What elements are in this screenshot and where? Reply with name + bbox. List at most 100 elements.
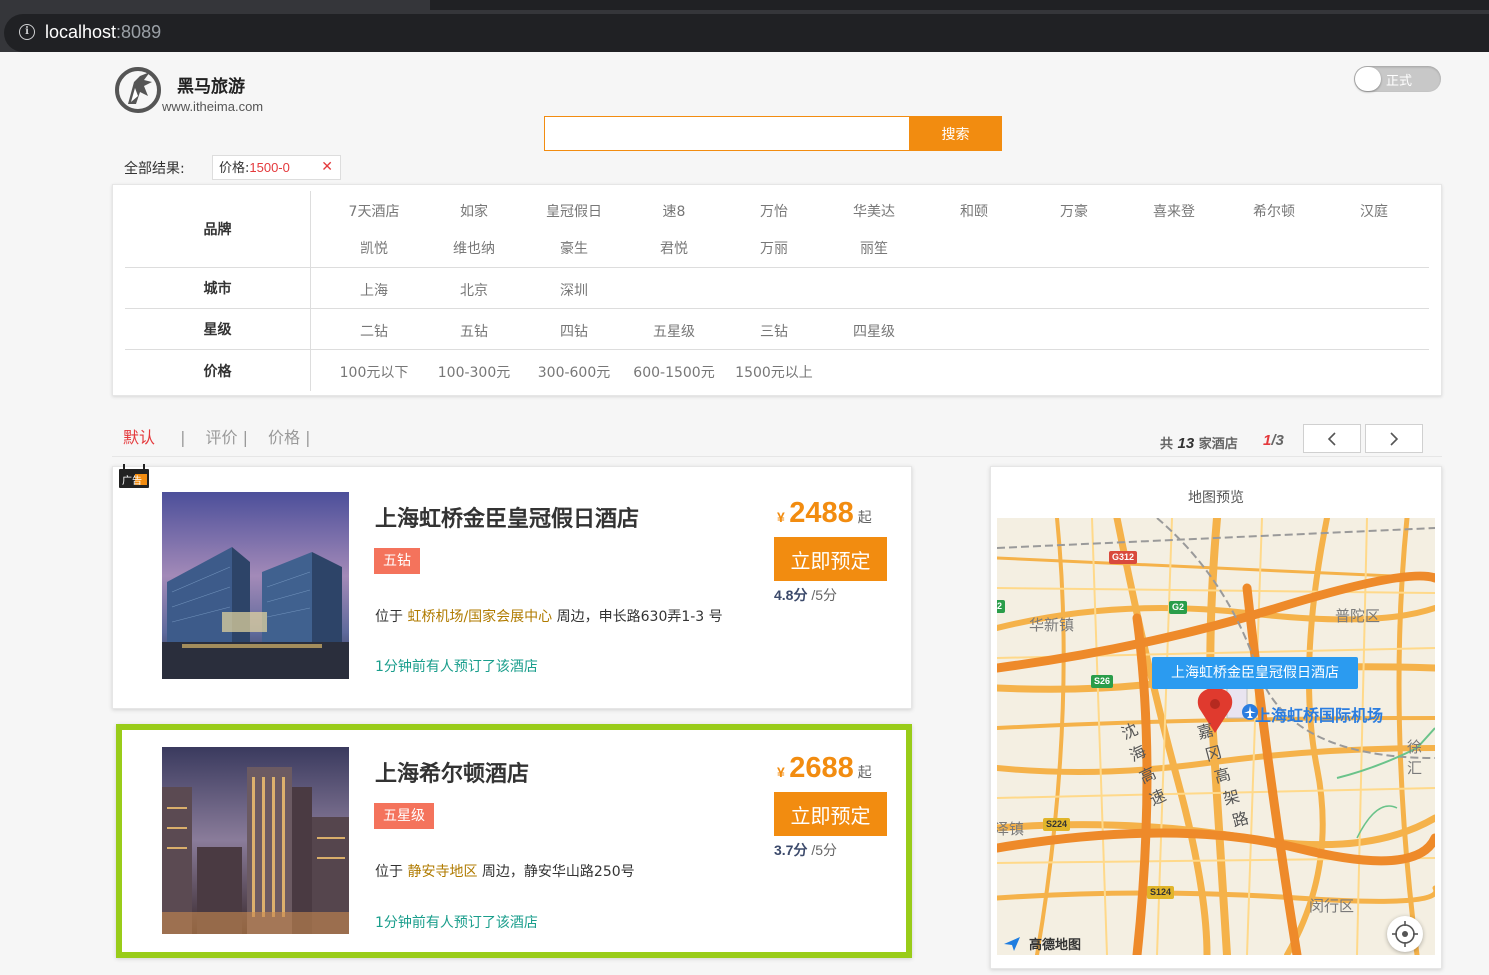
road-shield: G2 <box>1169 601 1188 614</box>
chevron-right-icon <box>1390 432 1399 446</box>
amap-logo-text: 高德地图 <box>1029 938 1082 953</box>
next-page-button[interactable] <box>1365 424 1423 453</box>
map-roads <box>997 518 1435 955</box>
sort-default[interactable]: 默认 | <box>123 428 186 447</box>
sort-price-label: 价格 <box>268 428 301 447</box>
search-input[interactable] <box>544 116 910 151</box>
filter-option[interactable]: 汉庭 <box>1324 201 1424 221</box>
url-field[interactable]: i localhost:8089 <box>4 14 1489 52</box>
filter-row-city: 城市 上海 北京 深圳 <box>125 268 1429 309</box>
url-port: :8089 <box>116 22 162 42</box>
map-title: 地图预览 <box>1188 490 1244 506</box>
filter-option[interactable]: 如家 <box>424 201 524 221</box>
ad-badge-text: 广告 <box>122 474 142 487</box>
filter-option[interactable]: 100-300元 <box>424 362 524 382</box>
page-indicator: 1/3 <box>1263 432 1284 449</box>
hotel-photo[interactable] <box>162 747 349 934</box>
filter-option[interactable]: 维也纳 <box>424 238 524 258</box>
page-total: /3 <box>1271 432 1284 449</box>
filter-option[interactable]: 希尔顿 <box>1224 201 1324 221</box>
result-count-suffix: 家酒店 <box>1198 437 1238 452</box>
filter-option[interactable]: 上海 <box>324 280 424 300</box>
filter-option[interactable]: 万怡 <box>724 201 824 221</box>
chevron-left-icon <box>1327 432 1336 446</box>
filter-option[interactable]: 君悦 <box>624 238 724 258</box>
env-toggle[interactable]: 正式 <box>1354 66 1441 92</box>
hotel-photo[interactable] <box>162 492 349 679</box>
filter-option[interactable]: 1500元以上 <box>724 362 824 382</box>
filter-option[interactable]: 300-600元 <box>524 362 624 382</box>
hotel-score: 3.7分 /5分 <box>774 840 837 860</box>
price-value: 2488 <box>789 497 854 529</box>
brand-name: 黑马旅游 <box>177 77 245 97</box>
filter-option[interactable]: 7天酒店 <box>324 201 424 221</box>
filter-option[interactable]: 三钻 <box>724 321 824 341</box>
filter-option[interactable]: 万丽 <box>724 238 824 258</box>
road-shield: S26 <box>1091 675 1114 688</box>
filter-option[interactable]: 北京 <box>424 280 524 300</box>
price-suffix: 起 <box>857 765 872 781</box>
price-currency: ¥ <box>777 764 785 780</box>
filter-option[interactable]: 速8 <box>624 201 724 221</box>
search-button[interactable]: 搜索 <box>909 116 1002 151</box>
address-prefix: 位于 <box>375 864 403 880</box>
filter-row-star: 星级 二钻 五钻 四钻 五星级 三钻 四星级 <box>125 309 1429 350</box>
filter-option[interactable]: 100元以下 <box>324 362 424 382</box>
all-results-label: 全部结果: <box>124 161 185 177</box>
map-hotel-bubble[interactable]: 上海虹桥金臣皇冠假日酒店 <box>1152 657 1358 689</box>
filter-option[interactable]: 喜来登 <box>1124 201 1224 221</box>
filter-option[interactable]: 丽笙 <box>824 238 924 258</box>
road-shield: S224 <box>1043 818 1071 831</box>
sort-rating[interactable]: 评价 | <box>206 428 249 447</box>
brand-url: www.itheima.com <box>162 99 264 114</box>
url-text[interactable]: localhost:8089 <box>45 22 161 43</box>
filter-option[interactable]: 600-1500元 <box>624 362 724 382</box>
price-currency: ¥ <box>777 509 785 525</box>
site-info-icon[interactable]: i <box>19 24 35 40</box>
filter-option[interactable]: 凯悦 <box>324 238 424 258</box>
locate-icon <box>1392 921 1418 947</box>
filter-option[interactable]: 华美达 <box>824 201 924 221</box>
filter-option[interactable]: 四星级 <box>824 321 924 341</box>
map-canvas[interactable]: G312 G2 S26 S224 S124 G2 华新镇 普陀区 闵行区 徐汇 … <box>997 518 1435 955</box>
locate-button[interactable] <box>1387 916 1423 952</box>
filter-option[interactable]: 二钻 <box>324 321 424 341</box>
price-filter-value: 1500-0 <box>249 160 290 175</box>
map-place-label: 闵行区 <box>1309 897 1355 915</box>
score-value: 3.7分 <box>774 842 808 858</box>
url-host: localhost <box>45 22 117 42</box>
filter-option[interactable]: 万豪 <box>1024 201 1124 221</box>
map-place-label: 普陀区 <box>1335 607 1381 625</box>
book-now-button[interactable]: 立即预定 <box>774 792 887 836</box>
sort-price[interactable]: 价格 | <box>268 428 311 447</box>
filter-option[interactable]: 和颐 <box>924 201 1024 221</box>
recent-booking-note: 1分钟前有人预订了该酒店 <box>375 915 538 931</box>
filter-row-brand: 品牌 7天酒店 如家 皇冠假日 速8 万怡 华美达 和颐 万豪 喜来登 希尔顿 汉庭 凯悦 维也纳 豪生君… <box>125 191 1429 268</box>
road-shield: G2 <box>997 600 1006 613</box>
sort-rating-label: 评价 <box>205 428 238 447</box>
book-now-button[interactable]: 立即预定 <box>774 537 887 581</box>
map-place-label: 徐汇 <box>1407 738 1423 777</box>
address-detail: 周边，静安华山路250号 <box>481 864 635 880</box>
filter-option[interactable]: 皇冠假日 <box>524 201 624 221</box>
price-suffix: 起 <box>857 510 872 526</box>
filter-option[interactable]: 豪生 <box>524 238 624 258</box>
filter-option[interactable]: 深圳 <box>524 280 624 300</box>
score-value: 4.8分 <box>774 587 808 603</box>
page: 黑马旅游 www.itheima.com 正式 搜索 全部结果: 价格:1500… <box>0 52 1489 975</box>
browser-active-tab[interactable] <box>0 0 430 10</box>
sort-sep: | <box>180 428 186 447</box>
filter-option[interactable]: 五星级 <box>624 321 724 341</box>
filter-option[interactable]: 四钻 <box>524 321 624 341</box>
address-prefix: 位于 <box>375 609 403 625</box>
score-max: /5分 <box>811 842 838 858</box>
sort-divider <box>112 456 1442 457</box>
hotel-name[interactable]: 上海希尔顿酒店 <box>375 756 529 788</box>
prev-page-button[interactable] <box>1303 424 1361 453</box>
remove-filter-icon[interactable]: ✕ <box>321 156 333 179</box>
hotel-name[interactable]: 上海虹桥金臣皇冠假日酒店 <box>375 501 639 533</box>
amap-logo-icon <box>1004 937 1020 951</box>
sort-default-label: 默认 <box>123 428 156 447</box>
map-airport-label: 上海虹桥国际机场 <box>1255 706 1384 725</box>
filter-option[interactable]: 五钻 <box>424 321 524 341</box>
